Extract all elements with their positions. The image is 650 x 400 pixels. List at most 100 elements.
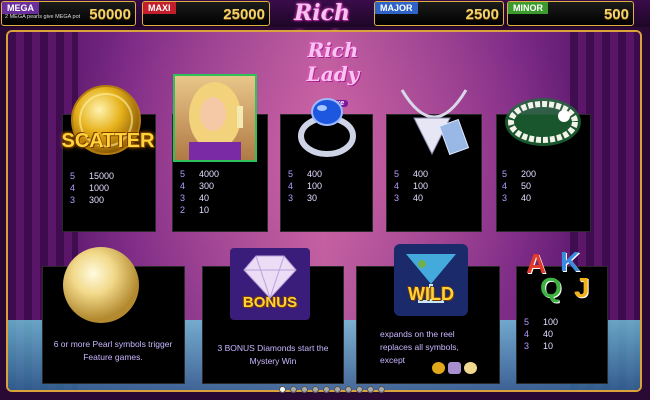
necklace-payouts: 5 400 4 100 3 40 xyxy=(394,168,428,204)
payout-value: 4000 xyxy=(199,169,220,179)
page-dot[interactable] xyxy=(290,386,297,393)
payout-count: 5 xyxy=(524,317,530,327)
page-dot[interactable] xyxy=(279,386,286,393)
lady-payout-row: 2 10 xyxy=(180,204,219,216)
ring-payout-row: 4 100 xyxy=(288,180,322,192)
golden-pearl-icon xyxy=(63,247,139,323)
lady-payout-row: 3 40 xyxy=(180,192,219,204)
necklace-payout-row: 4 100 xyxy=(394,180,428,192)
minor-jackpot-label: MINOR xyxy=(508,2,548,14)
payout-count: 5 xyxy=(394,169,400,179)
payout-value: 200 xyxy=(521,169,537,179)
payout-count: 5 xyxy=(502,169,508,179)
wild-symbol xyxy=(386,240,476,320)
maxi-jackpot-label: MAXI xyxy=(143,2,176,14)
pagination xyxy=(279,386,385,394)
minor-jackpot: MINOR 500 xyxy=(507,1,634,26)
pearls-payout-row: 5 200 xyxy=(502,168,536,180)
payout-value: 10 xyxy=(199,205,210,215)
ring-symbol xyxy=(291,92,363,158)
payout-count: 5 xyxy=(180,169,186,179)
cards-symbol: A K Q J xyxy=(522,246,606,316)
payout-count: 4 xyxy=(288,181,294,191)
pearl-description: 6 or more Pearl symbols trigger Feature … xyxy=(53,339,173,362)
page-dot[interactable] xyxy=(334,386,341,393)
payout-count: 4 xyxy=(502,181,508,191)
mega-jackpot-value: 50000 xyxy=(89,6,131,23)
pearls-payout-row: 4 50 xyxy=(502,180,536,192)
maxi-jackpot-value: 25000 xyxy=(223,6,265,23)
payout-value: 40 xyxy=(199,193,210,203)
payout-value: 30 xyxy=(307,193,318,203)
card-q: Q xyxy=(540,272,562,303)
payout-count: 3 xyxy=(394,193,400,203)
mega-jackpot-note: 2 MEGA pearls give MEGA pot xyxy=(5,14,81,20)
payout-count: 2 xyxy=(180,205,186,215)
page-dot[interactable] xyxy=(312,386,319,393)
page-dot[interactable] xyxy=(345,386,352,393)
payout-value: 40 xyxy=(413,193,424,203)
bonus-label: BONUS xyxy=(242,294,298,311)
lady-portrait-icon xyxy=(189,82,243,160)
paytable-logo-title: Rich Lady xyxy=(306,38,360,86)
lady-payout-row: 4 300 xyxy=(180,180,219,192)
lady-payouts: 5 4000 4 300 3 40 2 10 xyxy=(180,168,219,216)
payout-count: 3 xyxy=(180,193,186,203)
martini-glass-icon xyxy=(394,244,468,316)
major-jackpot: MAJOR 2500 xyxy=(374,1,504,26)
payout-value: 300 xyxy=(89,195,105,205)
payout-count: 4 xyxy=(394,181,400,191)
cards-payout-row: 3 10 xyxy=(524,340,558,352)
payout-value: 40 xyxy=(521,193,532,203)
ring-payout-row: 5 400 xyxy=(288,168,322,180)
payout-value: 400 xyxy=(307,169,323,179)
scatter-payouts: 5 15000 4 1000 3 300 xyxy=(70,170,114,206)
payout-count: 3 xyxy=(502,193,508,203)
payout-count: 3 xyxy=(70,195,76,205)
page-dot[interactable] xyxy=(356,386,363,393)
payout-count: 3 xyxy=(524,341,530,351)
card-j: J xyxy=(574,272,590,303)
payout-value: 100 xyxy=(413,181,429,191)
payout-value: 300 xyxy=(199,181,215,191)
payout-count: 4 xyxy=(524,329,530,339)
payout-value: 1000 xyxy=(89,183,110,193)
page-dot[interactable] xyxy=(323,386,330,393)
excluded-symbols xyxy=(432,362,478,376)
game-logo: Rich Lady xyxy=(293,0,351,53)
pearl-symbol xyxy=(56,240,146,330)
paytable-panel: Rich Lady deluxe SCATTER 515000410003300… xyxy=(6,30,642,392)
ring-payouts: 5 400 4 100 3 30 xyxy=(288,168,322,204)
necklace-payout-row: 5 400 xyxy=(394,168,428,180)
mega-jackpot-label: MEGA xyxy=(2,2,39,14)
sapphire-ring-icon xyxy=(298,98,356,157)
scatter-mini-icon xyxy=(432,362,445,374)
payout-count: 3 xyxy=(288,193,294,203)
payout-value: 400 xyxy=(413,169,429,179)
ring-payout-row: 3 30 xyxy=(288,192,322,204)
pearl-mini-icon xyxy=(464,362,477,374)
payout-count: 5 xyxy=(288,169,294,179)
pearl-necklace-icon xyxy=(505,98,581,146)
diamond-necklace-icon xyxy=(400,89,470,156)
payout-value: 100 xyxy=(307,181,323,191)
mega-jackpot: MEGA 2 MEGA pearls give MEGA pot 50000 xyxy=(1,1,136,26)
pearls-payout-row: 3 40 xyxy=(502,192,536,204)
cards-payout-row: 5 100 xyxy=(524,316,558,328)
payout-count: 4 xyxy=(70,183,76,193)
necklace-symbol xyxy=(392,84,476,164)
payout-value: 10 xyxy=(543,341,554,351)
cards-payout-row: 4 40 xyxy=(524,328,558,340)
bonus-mini-icon xyxy=(448,362,461,374)
lady-payout-row: 5 4000 xyxy=(180,168,219,180)
cards-payouts: 5 100 4 40 3 10 xyxy=(524,316,558,352)
page-dot[interactable] xyxy=(367,386,374,393)
major-jackpot-label: MAJOR xyxy=(375,2,418,14)
payout-count: 4 xyxy=(180,181,186,191)
payout-count: 5 xyxy=(70,171,76,181)
page-dot[interactable] xyxy=(378,386,385,393)
scatter-payout-row: 5 15000 xyxy=(70,170,114,182)
payout-value: 100 xyxy=(543,317,559,327)
page-dot[interactable] xyxy=(301,386,308,393)
scatter-payout-row: 3 300 xyxy=(70,194,114,206)
